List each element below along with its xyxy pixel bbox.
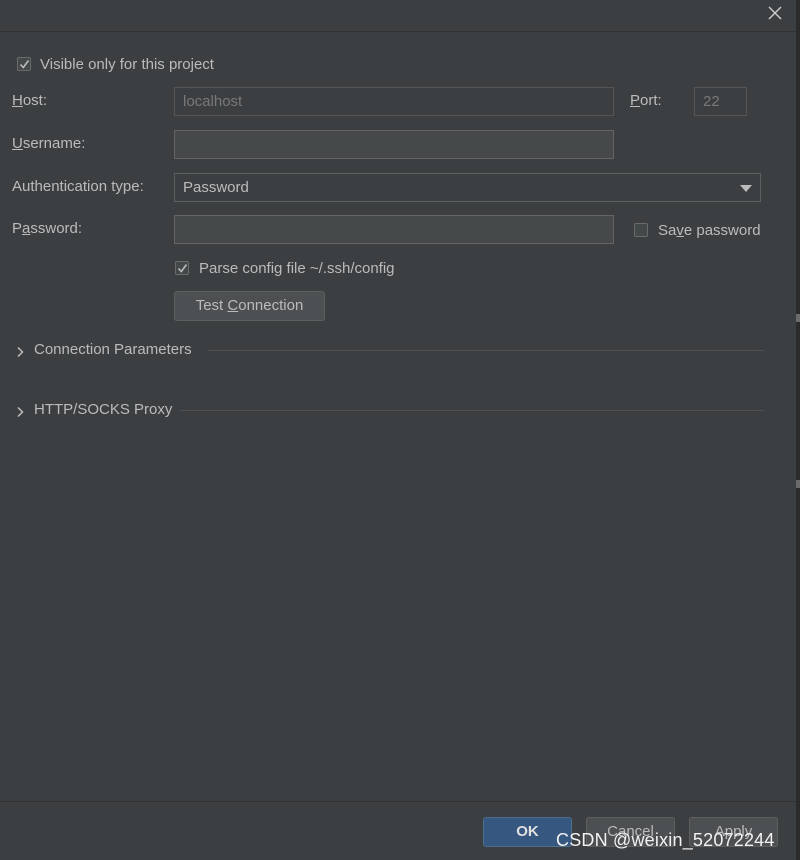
parse-config-label[interactable]: Parse config file ~/.ssh/config	[199, 260, 395, 277]
password-label: Password:	[12, 220, 83, 237]
edge-marker	[796, 480, 800, 488]
auth-type-value: Password	[183, 179, 249, 196]
chevron-right-icon	[17, 406, 24, 418]
visible-only-label[interactable]: Visible only for this project	[40, 56, 214, 73]
chevron-down-icon	[740, 185, 752, 192]
password-field[interactable]	[174, 215, 614, 244]
test-connection-button[interactable]: Test Connection	[174, 291, 325, 321]
title-separator	[0, 31, 796, 32]
username-input[interactable]	[183, 131, 605, 158]
close-icon	[768, 6, 782, 20]
section-http-socks-proxy[interactable]: HTTP/SOCKS Proxy	[16, 401, 186, 421]
edge-marker	[796, 314, 800, 322]
section-title: HTTP/SOCKS Proxy	[34, 401, 173, 418]
save-password-checkbox[interactable]	[634, 223, 648, 237]
section-connection-parameters[interactable]: Connection Parameters	[16, 341, 216, 361]
checkmark-icon	[19, 60, 30, 69]
visible-only-checkbox[interactable]	[17, 57, 31, 71]
parse-config-checkbox[interactable]	[175, 261, 189, 275]
host-value: localhost	[183, 93, 243, 110]
port-value: 22	[703, 93, 720, 110]
ssh-configuration-dialog: Visible only for this project Host: loca…	[0, 0, 796, 860]
checkmark-icon	[177, 264, 188, 273]
section-divider	[180, 410, 764, 411]
port-field[interactable]: 22	[694, 87, 747, 116]
auth-type-label: Authentication type:	[12, 178, 144, 195]
port-label: Port:	[630, 92, 662, 109]
chevron-right-icon	[17, 346, 24, 358]
auth-type-select[interactable]: Password	[174, 173, 761, 202]
footer-separator	[0, 801, 796, 802]
username-field[interactable]	[174, 130, 614, 159]
section-divider	[208, 350, 764, 351]
section-title: Connection Parameters	[34, 341, 192, 358]
host-field[interactable]: localhost	[174, 87, 614, 116]
watermark-text: CSDN @weixin_52072244	[556, 830, 775, 850]
password-input[interactable]	[183, 216, 605, 243]
username-label: Username:	[12, 135, 86, 152]
window-edge	[796, 0, 800, 860]
host-label: Host:	[12, 92, 48, 109]
save-password-label[interactable]: Save password	[658, 222, 761, 239]
close-button[interactable]	[762, 3, 788, 25]
